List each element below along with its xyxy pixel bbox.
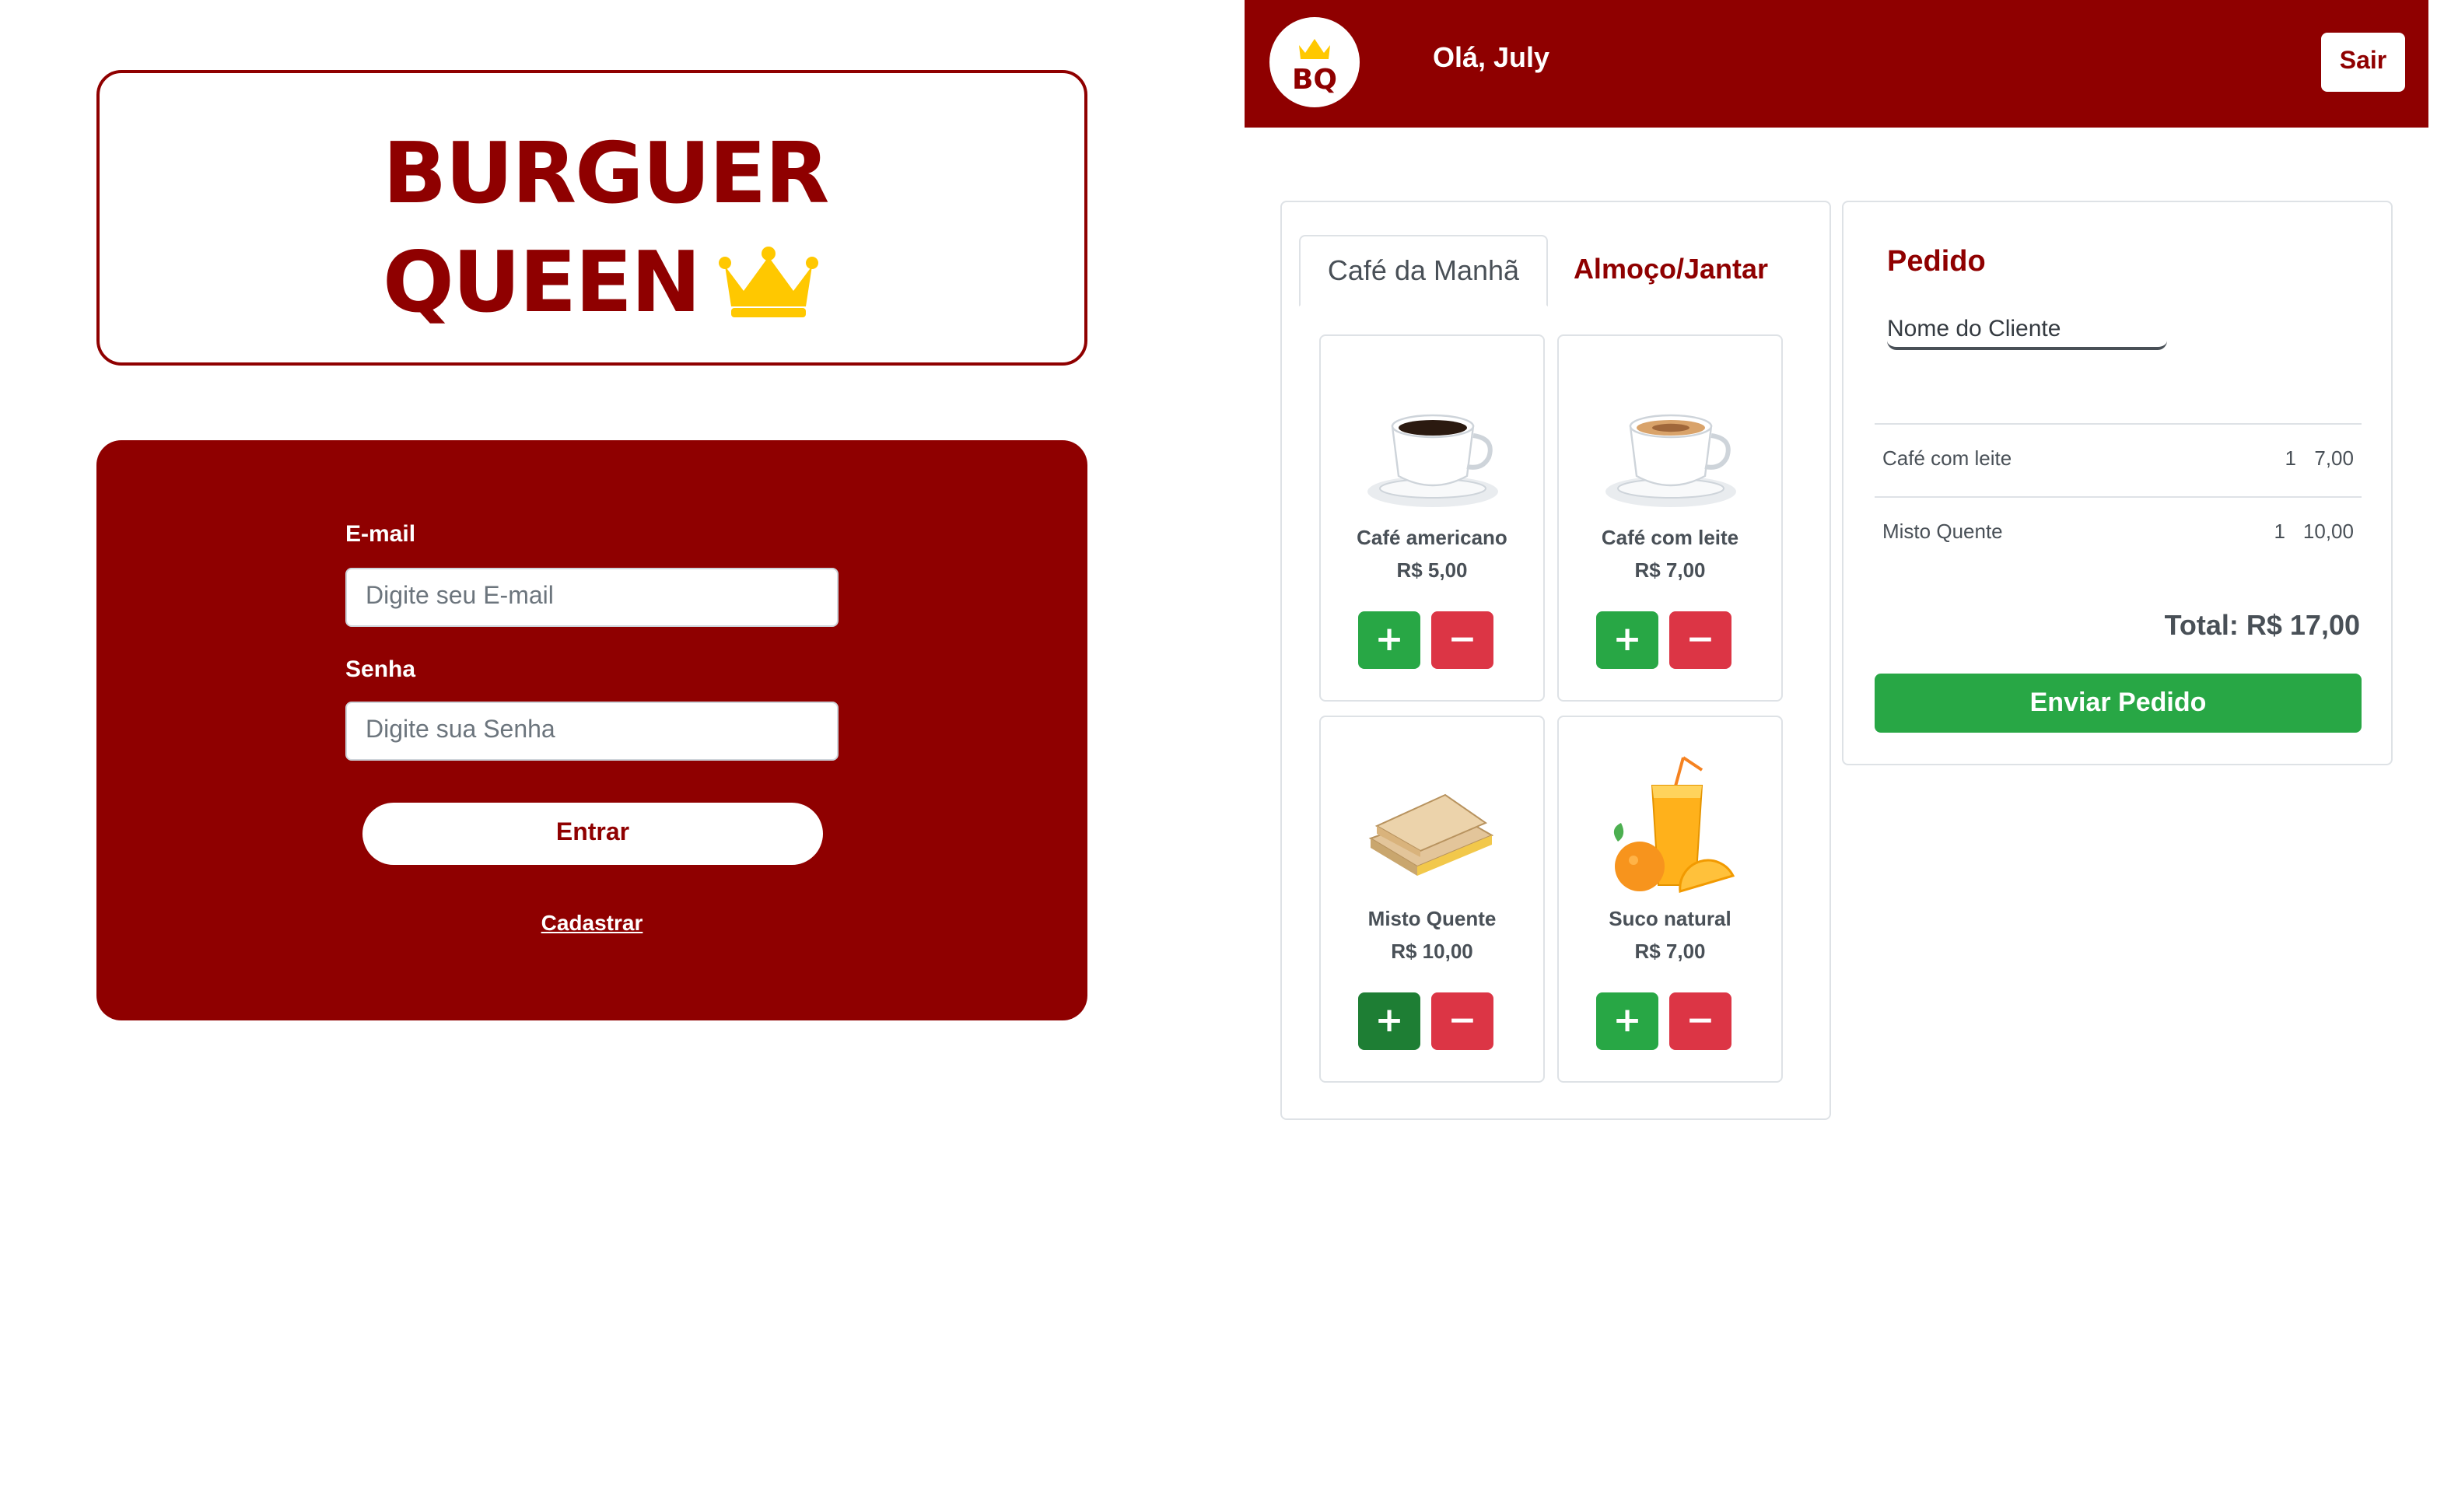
order-item-row: Café com leite 1 7,00 bbox=[1875, 423, 2362, 496]
bq-logo-text: BQ bbox=[1292, 64, 1337, 96]
send-order-button[interactable]: Enviar Pedido bbox=[1875, 674, 2362, 733]
greeting-text: Olá, July bbox=[1433, 42, 1550, 73]
client-name-field[interactable] bbox=[1887, 310, 2167, 350]
order-item-name: Café com leite bbox=[1882, 446, 2012, 470]
product-price: R$ 10,00 bbox=[1391, 940, 1473, 963]
orange-juice-icon bbox=[1613, 756, 1735, 893]
sandwich-icon bbox=[1368, 793, 1494, 876]
login-form: E-mail Senha Entrar Cadastrar bbox=[96, 440, 1087, 1020]
add-item-button[interactable]: + bbox=[1596, 611, 1658, 669]
register-link[interactable]: Cadastrar bbox=[96, 910, 1087, 935]
menu-panel: Café da Manhã Almoço/Jantar Café america… bbox=[1280, 201, 1831, 1120]
bq-logo: BQ bbox=[1269, 17, 1360, 107]
order-item-price: 7,00 bbox=[2314, 446, 2354, 470]
cappuccino-icon bbox=[1605, 414, 1736, 507]
remove-item-button[interactable]: − bbox=[1669, 611, 1731, 669]
product-name: Café com leite bbox=[1601, 526, 1739, 549]
order-item-name: Misto Quente bbox=[1882, 520, 2003, 543]
product-card: Suco natural R$ 7,00 + − bbox=[1557, 716, 1783, 1083]
product-name: Café americano bbox=[1357, 526, 1507, 549]
coffee-cup-icon bbox=[1367, 414, 1498, 507]
tab-lunch-dinner[interactable]: Almoço/Jantar bbox=[1556, 235, 1786, 306]
brand-line-1: BURGUER bbox=[383, 124, 829, 222]
product-price: R$ 5,00 bbox=[1396, 558, 1468, 582]
brand-line-2-wrap: QUEEN bbox=[383, 229, 828, 338]
order-item-qty: 1 bbox=[2285, 446, 2296, 470]
product-price: R$ 7,00 bbox=[1634, 940, 1706, 963]
remove-item-button[interactable]: − bbox=[1431, 992, 1493, 1050]
order-item-row: Misto Quente 1 10,00 bbox=[1875, 496, 2362, 569]
order-item-price: 10,00 bbox=[2302, 520, 2354, 543]
add-item-button[interactable]: + bbox=[1358, 992, 1420, 1050]
top-navbar: BQ Olá, July Sair bbox=[1245, 0, 2428, 128]
add-item-button[interactable]: + bbox=[1596, 992, 1658, 1050]
brand-line-2: QUEEN bbox=[383, 233, 701, 331]
product-card: Café com leite R$ 7,00 + − bbox=[1557, 334, 1783, 702]
order-panel: Pedido Café com leite 1 7,00 Misto Quent… bbox=[1842, 201, 2393, 765]
remove-item-button[interactable]: − bbox=[1669, 992, 1731, 1050]
tab-breakfast[interactable]: Café da Manhã bbox=[1299, 235, 1548, 306]
add-item-button[interactable]: + bbox=[1358, 611, 1420, 669]
password-label: Senha bbox=[345, 656, 416, 683]
remove-item-button[interactable]: − bbox=[1431, 611, 1493, 669]
order-title: Pedido bbox=[1887, 246, 1986, 278]
email-field[interactable] bbox=[345, 568, 839, 627]
bq-logo-icon: BQ bbox=[1292, 39, 1337, 96]
product-card: Misto Quente R$ 10,00 + − bbox=[1319, 716, 1545, 1083]
crown-icon bbox=[718, 247, 818, 318]
logout-button[interactable]: Sair bbox=[2321, 33, 2405, 92]
product-price: R$ 7,00 bbox=[1634, 558, 1706, 582]
product-name: Suco natural bbox=[1609, 907, 1731, 930]
brand-logo-box: BURGUER QUEEN bbox=[96, 70, 1087, 366]
product-name: Misto Quente bbox=[1367, 907, 1497, 930]
brand-logo: BURGUER QUEEN bbox=[383, 120, 829, 338]
login-button[interactable]: Entrar bbox=[362, 803, 823, 865]
password-field[interactable] bbox=[345, 702, 839, 761]
order-total: Total: R$ 17,00 bbox=[2164, 610, 2360, 641]
email-label: E-mail bbox=[345, 521, 416, 548]
product-card: Café americano R$ 5,00 + − bbox=[1319, 334, 1545, 702]
app-canvas: BURGUER QUEEN E-mail Senha Entrar Cadast… bbox=[0, 0, 2458, 1512]
order-item-qty: 1 bbox=[2274, 520, 2285, 543]
